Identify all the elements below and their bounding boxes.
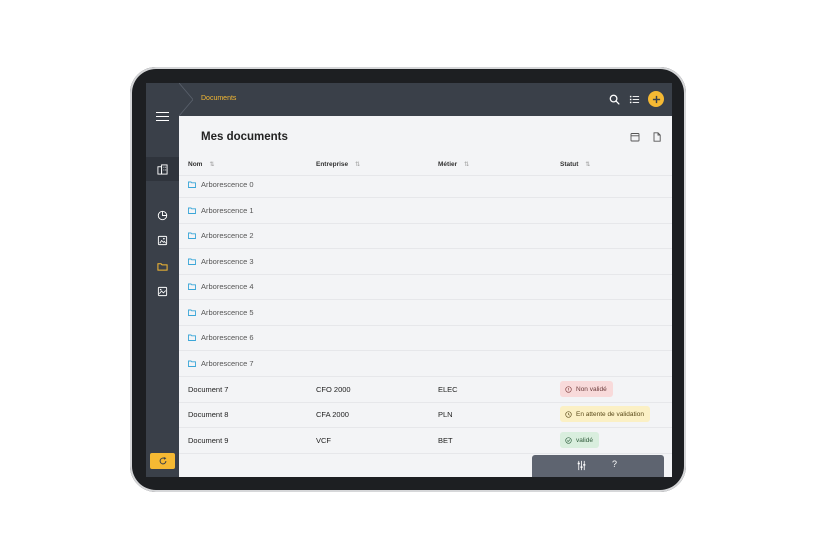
pie-chart-icon: [157, 210, 168, 220]
document-entreprise: CFO 2000: [316, 385, 351, 394]
document-name: Document 7: [188, 385, 229, 394]
document-name: Document 9: [188, 436, 229, 445]
photo-icon: [157, 286, 168, 296]
folder-name: Arborescence 7: [201, 359, 254, 368]
document-row[interactable]: Document 8 CFA 2000 PLN En attente de va…: [179, 402, 672, 428]
folder-icon: [157, 262, 168, 271]
folder-name: Arborescence 1: [201, 206, 254, 215]
folder-icon: [188, 309, 196, 316]
breadcrumb[interactable]: Documents: [201, 95, 236, 102]
folder-name: Arborescence 3: [201, 257, 254, 266]
calendar-icon[interactable]: [630, 132, 640, 142]
status-badge: Non validé: [560, 381, 613, 397]
bottom-toolbar: ?: [532, 455, 664, 477]
folder-row[interactable]: Arborescence 7: [179, 351, 672, 377]
document-row[interactable]: Document 7 CFO 2000 ELEC Non validé: [179, 377, 672, 403]
alert-icon: [565, 385, 572, 393]
column-header-nom[interactable]: Nom ⇅: [188, 161, 214, 168]
help-button[interactable]: ?: [612, 459, 617, 469]
column-header-statut[interactable]: Statut ⇅: [560, 161, 590, 168]
document-metier: ELEC: [438, 385, 458, 394]
document-row[interactable]: Document 9 VCF BET validé: [179, 428, 672, 454]
folder-icon: [188, 283, 196, 290]
document-metier: BET: [438, 436, 453, 445]
folder-name: Arborescence 0: [201, 180, 254, 189]
folder-icon: [188, 232, 196, 239]
folder-name: Arborescence 4: [201, 282, 254, 291]
folder-row[interactable]: Arborescence 6: [179, 325, 672, 351]
sidebar-item-gallery[interactable]: [146, 279, 179, 303]
sidebar-item-images[interactable]: [146, 228, 179, 252]
sort-icon[interactable]: ⇅: [464, 162, 469, 168]
page-title: Mes documents: [201, 131, 288, 143]
search-icon[interactable]: [609, 94, 620, 105]
folder-row[interactable]: Arborescence 2: [179, 223, 672, 249]
folder-icon: [188, 334, 196, 341]
folder-row[interactable]: Arborescence 3: [179, 249, 672, 275]
document-entreprise: VCF: [316, 436, 331, 445]
filter-icon[interactable]: [576, 460, 587, 471]
clock-icon: [565, 410, 572, 418]
sort-icon[interactable]: ⇅: [209, 162, 214, 168]
sort-icon[interactable]: ⇅: [355, 162, 360, 168]
sidebar-item-stats[interactable]: [146, 203, 179, 227]
list-icon[interactable]: [629, 94, 640, 105]
plus-icon: [652, 95, 660, 103]
folder-name: Arborescence 6: [201, 333, 254, 342]
folder-icon: [188, 181, 196, 188]
folder-row[interactable]: Arborescence 4: [179, 274, 672, 300]
column-header-entreprise[interactable]: Entreprise ⇅: [316, 161, 360, 168]
folder-name: Arborescence 2: [201, 231, 254, 240]
status-badge: validé: [560, 432, 599, 448]
sidebar-item-building[interactable]: [146, 157, 179, 181]
column-header-metier[interactable]: Métier ⇅: [438, 161, 469, 168]
document-metier: PLN: [438, 410, 453, 419]
menu-icon[interactable]: [156, 112, 169, 122]
folder-icon: [188, 258, 196, 265]
folder-icon: [188, 207, 196, 214]
refresh-icon: [159, 457, 166, 465]
image-icon: [157, 235, 168, 245]
add-button[interactable]: [648, 91, 664, 107]
folder-name: Arborescence 5: [201, 308, 254, 317]
sidebar: [146, 83, 179, 477]
building-icon: [157, 163, 168, 175]
folder-row[interactable]: Arborescence 0: [179, 172, 672, 198]
refresh-button[interactable]: [150, 453, 175, 469]
check-circle-icon: [565, 436, 572, 444]
folder-row[interactable]: Arborescence 5: [179, 300, 672, 326]
header-divider: [179, 83, 193, 116]
folder-row[interactable]: Arborescence 1: [179, 198, 672, 224]
sidebar-item-documents[interactable]: [146, 254, 179, 278]
document-icon[interactable]: [652, 132, 662, 142]
sort-icon[interactable]: ⇅: [585, 162, 590, 168]
document-name: Document 8: [188, 410, 229, 419]
app-screen: Documents Mes documents Nom ⇅ Entreprise…: [146, 83, 672, 477]
document-entreprise: CFA 2000: [316, 410, 349, 419]
status-badge: En attente de validation: [560, 406, 650, 422]
folder-icon: [188, 360, 196, 367]
top-bar: [179, 83, 672, 116]
